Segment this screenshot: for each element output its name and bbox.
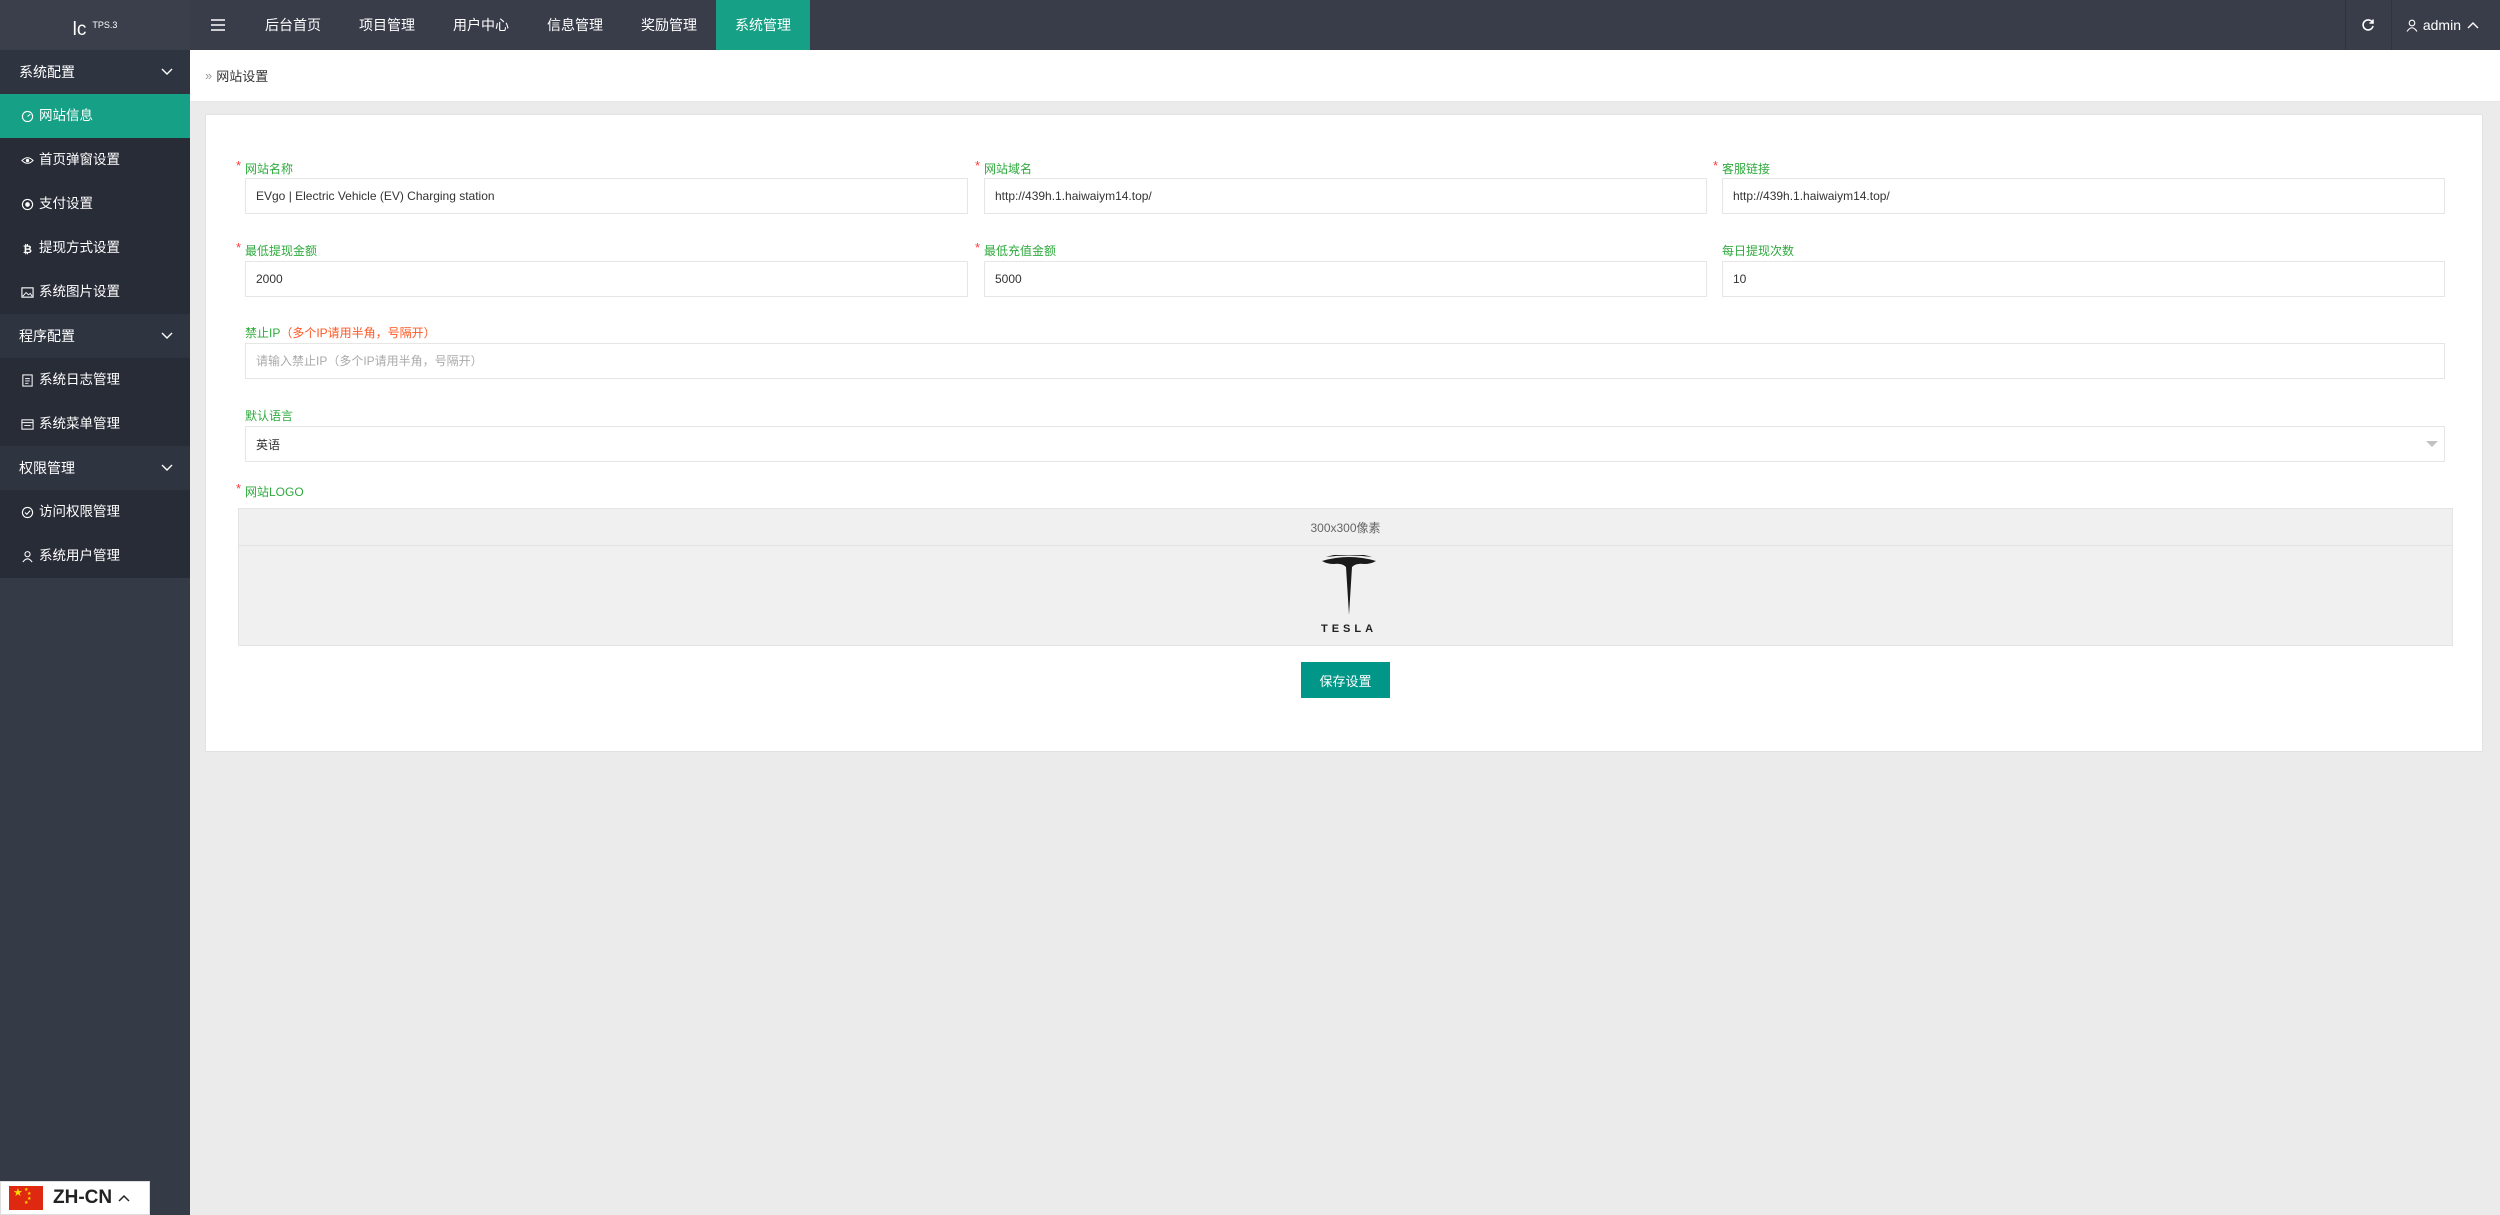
sidebar-item-label: 网站信息 [39, 108, 93, 123]
select-caret-icon [2426, 441, 2438, 447]
sidebar-item-label: 访问权限管理 [39, 504, 120, 519]
shield-check-icon [19, 504, 35, 520]
breadcrumb: » 网站设置 [190, 50, 2500, 102]
nav-system[interactable]: 系统管理 [716, 0, 810, 50]
sidebar-item-site-info[interactable]: 网站信息 [0, 94, 190, 138]
banned-ip-input[interactable] [245, 343, 2445, 379]
china-flag-icon: ★ ★ ★ ★ ★ [9, 1186, 43, 1210]
nav-info[interactable]: 信息管理 [528, 0, 622, 50]
sidebar-item-system-users[interactable]: 系统用户管理 [0, 534, 190, 578]
divider [239, 545, 2452, 546]
breadcrumb-current[interactable]: 网站设置 [216, 66, 268, 85]
user-menu[interactable]: admin [2390, 0, 2500, 50]
sidebar: lc TPS.3 系统配置 网站信息 首页弹窗设置 支付设置 ₿ 提现方式设置 系… [0, 0, 190, 1215]
required-mark: * [236, 481, 242, 496]
site-name-input[interactable] [245, 178, 968, 214]
eye-icon [19, 152, 35, 168]
sidebar-item-label: 系统用户管理 [39, 548, 120, 563]
service-link-label: * 客服链接 [1713, 158, 1771, 176]
logo-size-hint: 300x300像素 [1310, 521, 1381, 535]
sidebar-group-system-config[interactable]: 系统配置 [0, 50, 190, 94]
logo-version: TPS.3 [92, 20, 118, 30]
sidebar-item-home-popup[interactable]: 首页弹窗设置 [0, 138, 190, 182]
app-logo[interactable]: lc TPS.3 [0, 0, 190, 50]
required-mark: * [1713, 158, 1719, 173]
group-label: 系统配置 [19, 64, 75, 80]
language-select[interactable] [245, 426, 2445, 462]
chevron-down-icon [161, 68, 173, 75]
language-label: ZH-CN [53, 1187, 113, 1208]
sidebar-item-system-log[interactable]: 系统日志管理 [0, 358, 190, 402]
nav-dashboard[interactable]: 后台首页 [246, 0, 340, 50]
bitcoin-icon: ₿ [19, 240, 35, 256]
chevron-up-icon [118, 1194, 130, 1202]
settings-card: *网站名称 *网站域名 *客服链接 *最低提现金额 *最低充值金额 每日提现次数… [205, 114, 2483, 752]
username: admin [2422, 17, 2461, 33]
top-right-actions: admin [2344, 0, 2500, 50]
service-link-input[interactable] [1722, 178, 2445, 214]
tesla-t-icon [1322, 553, 1376, 615]
nav-projects[interactable]: 项目管理 [340, 0, 434, 50]
nav-user-center[interactable]: 用户中心 [434, 0, 528, 50]
logo-upload-area[interactable]: 300x300像素 TESLA [238, 508, 2453, 646]
nav-rewards[interactable]: 奖励管理 [622, 0, 716, 50]
image-icon [19, 284, 35, 300]
min-withdraw-label: * 最低提现金额 [236, 240, 318, 258]
sidebar-item-label: 支付设置 [39, 196, 93, 211]
group-label: 程序配置 [19, 328, 75, 344]
daily-withdraw-input[interactable] [1722, 261, 2445, 297]
user-icon [2406, 19, 2418, 32]
tesla-logo-image: TESLA [1314, 553, 1384, 637]
svg-text:₿: ₿ [22, 243, 31, 255]
menu-icon [19, 416, 35, 432]
sidebar-item-label: 提现方式设置 [39, 240, 120, 255]
required-mark: * [975, 158, 981, 173]
radio-icon [19, 196, 35, 212]
sidebar-item-payment[interactable]: 支付设置 [0, 182, 190, 226]
chevron-down-icon [161, 464, 173, 471]
site-domain-label: * 网站域名 [975, 158, 1033, 176]
required-mark: * [236, 158, 242, 173]
user-icon [19, 548, 35, 564]
tesla-wordmark: TESLA [1320, 623, 1378, 635]
required-mark: * [236, 240, 242, 255]
logo-label: * 网站LOGO [236, 481, 304, 499]
language-label: 默认语言 [245, 409, 294, 423]
banned-ip-label: 禁止IP（多个IP请用半角，号隔开） [245, 326, 436, 340]
sidebar-item-withdraw-method[interactable]: ₿ 提现方式设置 [0, 226, 190, 270]
daily-withdraw-label: 每日提现次数 [1722, 244, 1795, 258]
chevron-down-icon [161, 332, 173, 339]
top-navbar: 后台首页 项目管理 用户中心 信息管理 奖励管理 系统管理 admin [190, 0, 2500, 50]
site-domain-input[interactable] [984, 178, 1707, 214]
banned-ip-hint: （多个IP请用半角，号隔开） [280, 326, 436, 340]
language-switcher[interactable]: ★ ★ ★ ★ ★ ZH-CN [0, 1181, 150, 1215]
required-mark: * [975, 240, 981, 255]
sidebar-group-program-config[interactable]: 程序配置 [0, 314, 190, 358]
sidebar-item-system-menu[interactable]: 系统菜单管理 [0, 402, 190, 446]
chevron-up-icon [2467, 22, 2479, 29]
double-chevron-icon: » [205, 68, 213, 83]
min-withdraw-input[interactable] [245, 261, 968, 297]
group-label: 权限管理 [19, 460, 75, 476]
dashboard-icon [19, 108, 35, 124]
sidebar-group-permissions[interactable]: 权限管理 [0, 446, 190, 490]
sidebar-item-system-images[interactable]: 系统图片设置 [0, 270, 190, 314]
sidebar-menu: 系统配置 网站信息 首页弹窗设置 支付设置 ₿ 提现方式设置 系统图片设置 程序… [0, 50, 190, 578]
top-nav: 后台首页 项目管理 用户中心 信息管理 奖励管理 系统管理 [190, 0, 810, 50]
sidebar-item-access-permissions[interactable]: 访问权限管理 [0, 490, 190, 534]
sidebar-item-label: 系统图片设置 [39, 284, 120, 299]
sidebar-item-label: 系统日志管理 [39, 372, 120, 387]
sidebar-item-label: 首页弹窗设置 [39, 152, 120, 167]
sidebar-item-label: 系统菜单管理 [39, 416, 120, 431]
logo-text: lc [72, 19, 87, 40]
min-recharge-label: * 最低充值金额 [975, 240, 1057, 258]
min-recharge-input[interactable] [984, 261, 1707, 297]
log-icon [19, 372, 35, 388]
save-button[interactable]: 保存设置 [1301, 662, 1390, 698]
hamburger-menu-icon[interactable] [190, 0, 246, 50]
site-name-label: * 网站名称 [236, 158, 294, 176]
refresh-icon[interactable] [2344, 0, 2391, 50]
